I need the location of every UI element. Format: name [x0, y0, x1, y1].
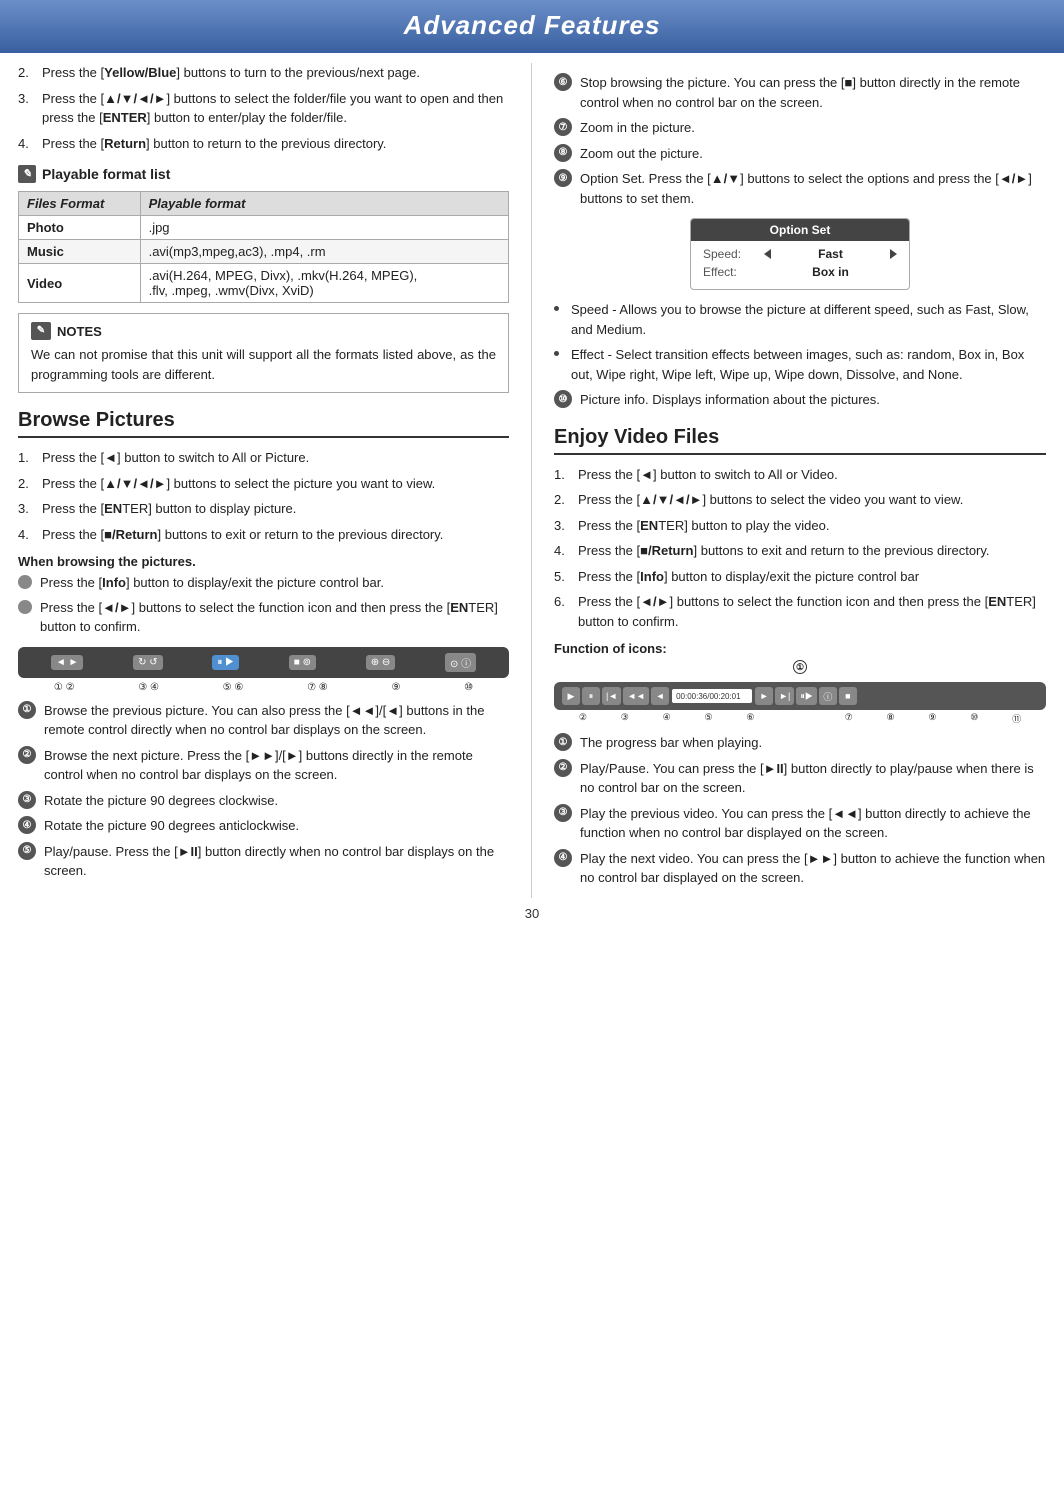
option-set-header: Option Set [691, 219, 909, 241]
page-header: Advanced Features [0, 0, 1064, 53]
browse-step-4: 4. Press the [■/Return] buttons to exit … [18, 525, 509, 545]
video-ctrl-diagram: ① ▶ ⏸ |◄ ◄◄ ◄ 00:00:36/00:20:01 [554, 660, 1046, 725]
vcb-stop: ■ [839, 687, 857, 705]
playable-format-heading: ✎ Playable format list [18, 165, 509, 183]
notes-box: ✎ NOTES We can not promise that this uni… [18, 313, 509, 393]
browse-step-3: 3. Press the [ENTER] button to display p… [18, 499, 509, 519]
intro-item-4: 4. Press the [Return] button to return t… [18, 134, 509, 154]
vcb-rewind: ◄◄ [623, 687, 649, 705]
browse-pictures-section: Browse Pictures 1. Press the [◄] button … [18, 409, 509, 881]
browse-steps-list: 1. Press the [◄] button to switch to All… [18, 448, 509, 544]
option-set-row-speed: Speed: Fast [703, 247, 897, 261]
intro-item-2: 2. Press the [Yellow/Blue] buttons to tu… [18, 63, 509, 83]
when-browsing-list: Press the [Info] button to display/exit … [18, 573, 509, 637]
intro-item-3: 3. Press the [▲/▼/◄/►] buttons to select… [18, 89, 509, 128]
browse-step-1: 1. Press the [◄] button to switch to All… [18, 448, 509, 468]
video-step-6: 6. Press the [◄/►] buttons to select the… [554, 592, 1046, 631]
browse-desc-list: ① Browse the previous picture. You can a… [18, 701, 509, 881]
vcb-progress-bar: 00:00:36/00:20:01 [672, 689, 752, 703]
arrow-right-icon[interactable] [890, 249, 897, 259]
video-ctrl-labels: ② ③ ④ ⑤ ⑥ ⑦ ⑧ ⑨ ⑩ ⑪ [554, 712, 1046, 725]
ctrl-stop-loop: ■ ⊚ [289, 655, 316, 670]
option-set-box: Option Set Speed: Fast Effect: Box in [690, 218, 910, 290]
bullet-dot-icon [554, 351, 559, 356]
video-step-5: 5. Press the [Info] button to display/ex… [554, 567, 1046, 587]
bullet-icon [18, 575, 32, 589]
browse-desc-3: ③ Rotate the picture 90 degrees clockwis… [18, 791, 509, 811]
when-browsing-item-2: Press the [◄/►] buttons to select the fu… [18, 598, 509, 637]
browse-pictures-heading: Browse Pictures [18, 409, 509, 438]
video-desc-list: ① The progress bar when playing. ② Play/… [554, 733, 1046, 888]
speed-effect-notes: Speed - Allows you to browse the picture… [554, 300, 1046, 384]
video-step-1: 1. Press the [◄] button to switch to All… [554, 465, 1046, 485]
bullet-icon [18, 600, 32, 614]
browse-desc-1: ① Browse the previous picture. You can a… [18, 701, 509, 740]
right-column: ⑥ Stop browsing the picture. You can pre… [532, 63, 1046, 898]
pen-icon: ✎ [31, 322, 51, 340]
ctrl-bar-visual: ◄ ► ↻ ↺ ⏸ ▶ ■ ⊚ ⊕ ⊖ ⊙ ⓘ [18, 647, 509, 678]
video-desc-3: ③ Play the previous video. You can press… [554, 804, 1046, 843]
browse-desc-7: ⑦ Zoom in the picture. [554, 118, 1046, 138]
bullet-dot-icon [554, 306, 559, 311]
vcb-playpause2: ⏸▶ [796, 687, 817, 705]
enjoy-video-heading: Enjoy Video Files [554, 426, 1046, 455]
col-format: Files Format [19, 192, 141, 216]
vcb-pause: ⏸ [582, 687, 600, 705]
page-title: Advanced Features [404, 10, 661, 40]
table-row: Photo .jpg [19, 216, 509, 240]
when-browsing-item-1: Press the [Info] button to display/exit … [18, 573, 509, 593]
vcb-next: ►| [775, 687, 794, 705]
ctrl-prev-next: ◄ ► [51, 655, 84, 670]
browse-desc-2: ② Browse the next picture. Press the [►►… [18, 746, 509, 785]
intro-section: 2. Press the [Yellow/Blue] buttons to tu… [18, 63, 509, 153]
vcb-play: ▶ [562, 687, 580, 705]
ctrl-info-zoom: ⊕ ⊖ [366, 655, 396, 670]
speed-note: Speed - Allows you to browse the picture… [554, 300, 1046, 339]
table-row: Video .avi(H.264, MPEG, Divx), .mkv(H.26… [19, 264, 509, 303]
browse-desc-6: ⑥ Stop browsing the picture. You can pre… [554, 73, 1046, 112]
note-icon: ✎ [18, 165, 36, 183]
vcb-info: ⓘ [819, 687, 837, 705]
browse-step-2: 2. Press the [▲/▼/◄/►] buttons to select… [18, 474, 509, 494]
ctrl-rotate: ↻ ↺ [133, 655, 163, 670]
control-bar-diagram: ◄ ► ↻ ↺ ⏸ ▶ ■ ⊚ ⊕ ⊖ ⊙ ⓘ ① ② ③ ④ ⑤ ⑥ ⑦ ⑧ … [18, 647, 509, 693]
when-browsing-label: When browsing the pictures. [18, 554, 509, 569]
browse-desc-9: ⑨ Option Set. Press the [▲/▼] buttons to… [554, 169, 1046, 208]
ctrl-bar-labels: ① ② ③ ④ ⑤ ⑥ ⑦ ⑧ ⑨ ⑩ [18, 682, 509, 693]
video-desc-1: ① The progress bar when playing. [554, 733, 1046, 753]
ctrl-play-pause: ⏸ ▶ [212, 655, 239, 670]
col-playable: Playable format [140, 192, 508, 216]
video-step-2: 2. Press the [▲/▼/◄/►] buttons to select… [554, 490, 1046, 510]
enjoy-video-section: Enjoy Video Files 1. Press the [◄] butto… [554, 426, 1046, 888]
left-column: 2. Press the [Yellow/Blue] buttons to tu… [18, 63, 532, 898]
video-step-4: 4. Press the [■/Return] buttons to exit … [554, 541, 1046, 561]
video-desc-2: ② Play/Pause. You can press the [►II] bu… [554, 759, 1046, 798]
notes-title: ✎ NOTES [31, 322, 496, 340]
video-ctrl-bar-visual: ▶ ⏸ |◄ ◄◄ ◄ 00:00:36/00:20:01 ► ►| ⏸ [554, 682, 1046, 710]
effect-note: Effect - Select transition effects betwe… [554, 345, 1046, 384]
playable-format-section: ✎ Playable format list Files Format Play… [18, 165, 509, 303]
page-number: 30 [0, 898, 1064, 927]
vcb-back: ◄ [651, 687, 669, 705]
video-step-3: 3. Press the [ENTER] button to play the … [554, 516, 1046, 536]
video-desc-4: ④ Play the next video. You can press the… [554, 849, 1046, 888]
ctrl-option: ⊙ ⓘ [445, 653, 476, 672]
intro-list: 2. Press the [Yellow/Blue] buttons to tu… [18, 63, 509, 153]
browse-desc-4: ④ Rotate the picture 90 degrees anticloc… [18, 816, 509, 836]
option-set-row-effect: Effect: Box in [703, 265, 897, 279]
browse-desc-10: ⑩ Picture info. Displays information abo… [554, 390, 1046, 410]
option-set-body: Speed: Fast Effect: Box in [691, 241, 909, 289]
vcb-fwd: ► [755, 687, 773, 705]
video-steps-list: 1. Press the [◄] button to switch to All… [554, 465, 1046, 632]
arrow-left-icon[interactable] [764, 249, 771, 259]
browse-desc-5: ⑤ Play/pause. Press the [►II] button dir… [18, 842, 509, 881]
format-table: Files Format Playable format Photo .jpg … [18, 191, 509, 303]
function-of-icons-label: Function of icons: [554, 641, 1046, 656]
table-row: Music .avi(mp3,mpeg,ac3), .mp4, .rm [19, 240, 509, 264]
browse-desc-8: ⑧ Zoom out the picture. [554, 144, 1046, 164]
browse-continued-list: ⑥ Stop browsing the picture. You can pre… [554, 73, 1046, 208]
vcb-prev: |◄ [602, 687, 621, 705]
